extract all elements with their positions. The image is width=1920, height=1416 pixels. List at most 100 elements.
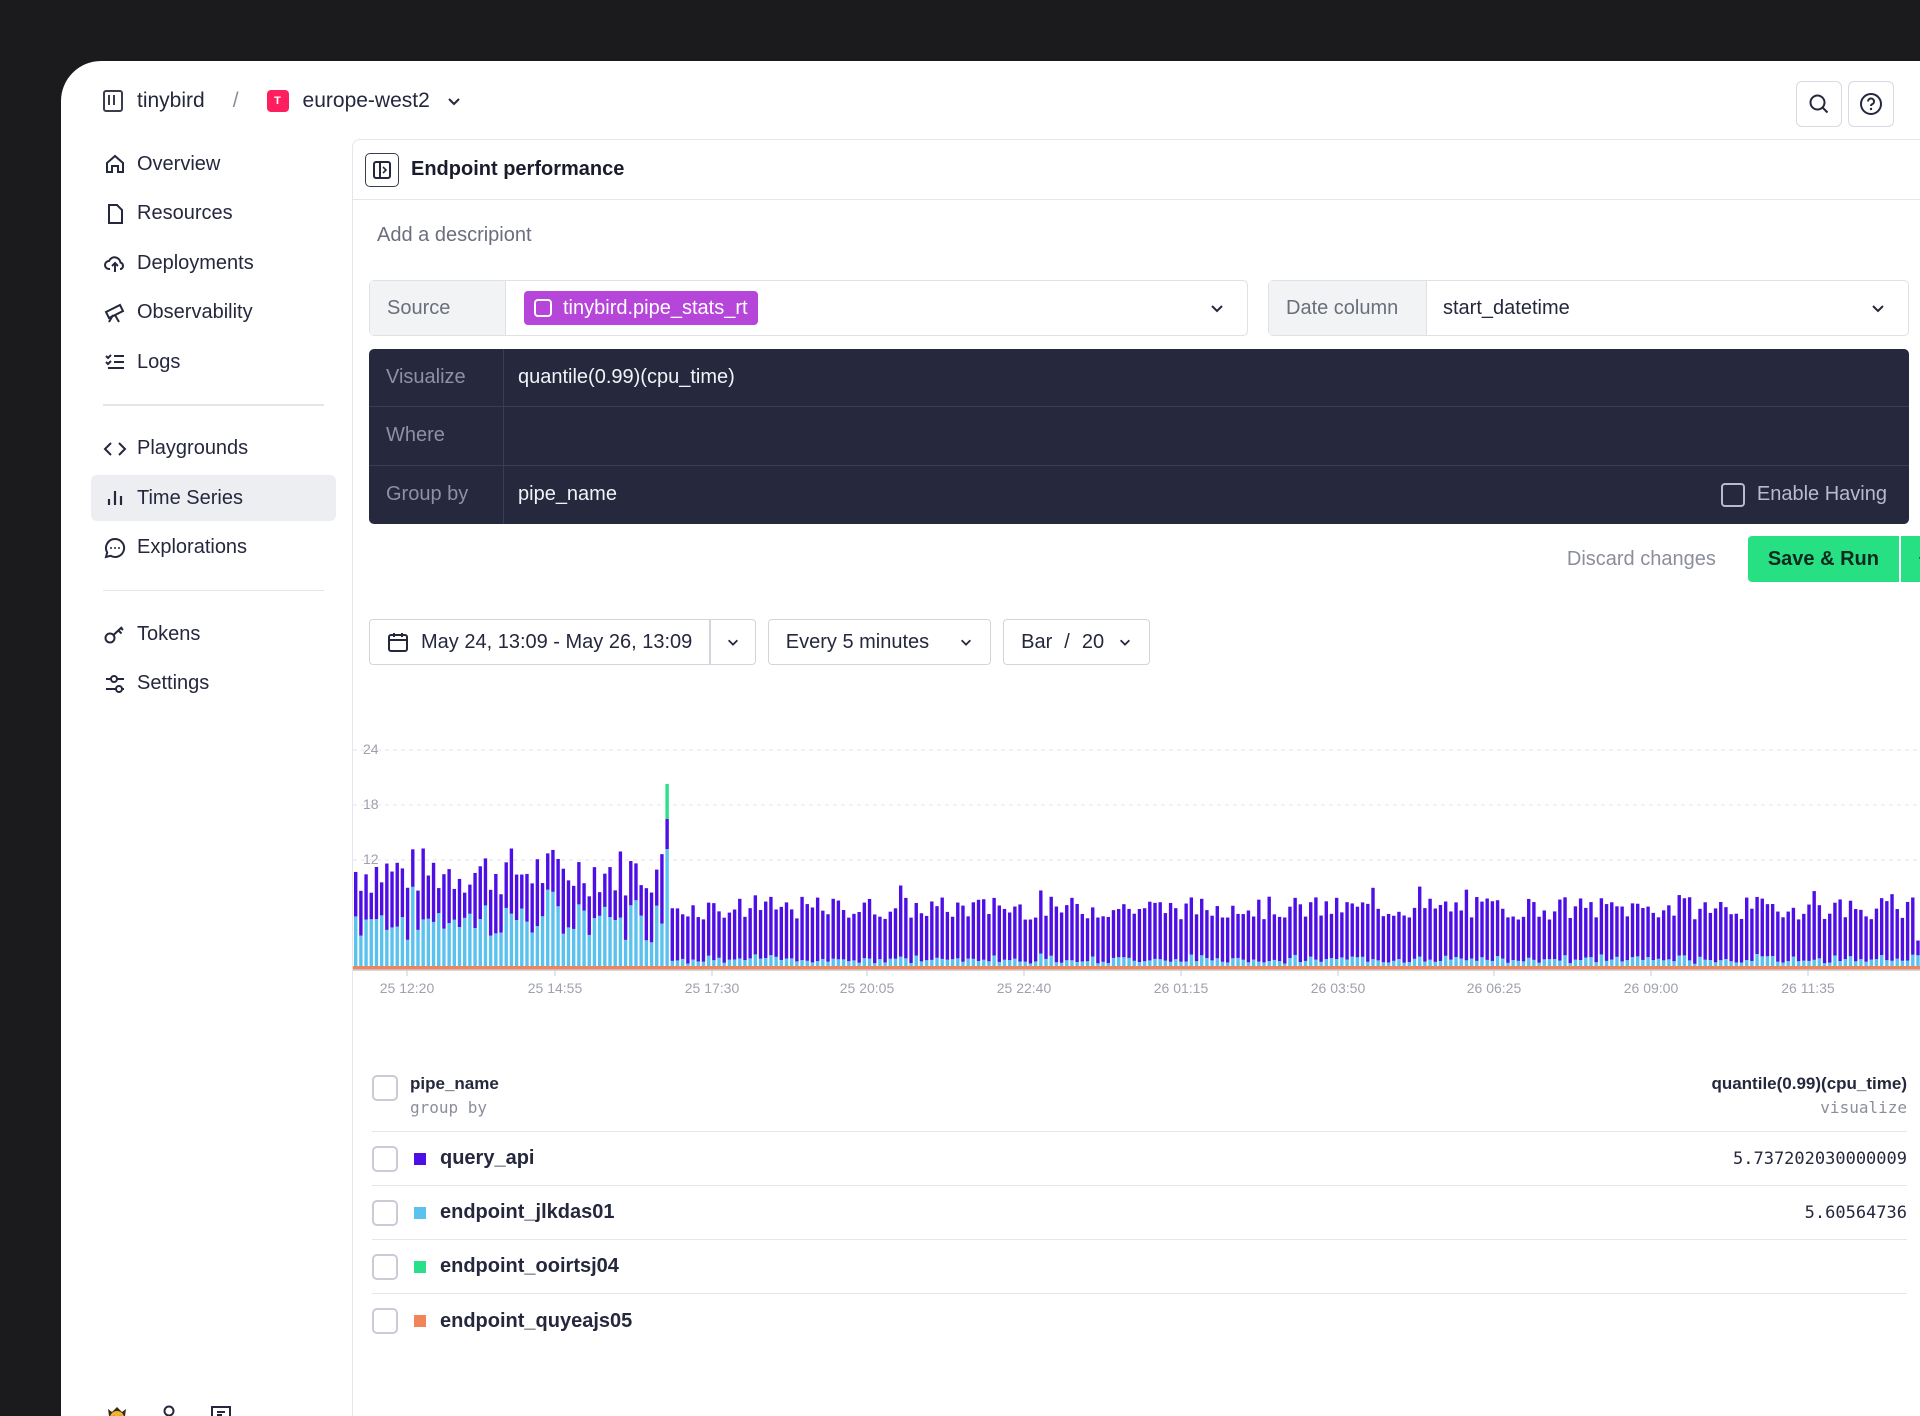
bar-query-api[interactable]	[1760, 898, 1764, 957]
bar-query-api[interactable]	[1547, 919, 1552, 960]
bar-query-api[interactable]	[400, 868, 405, 918]
bar-query-api[interactable]	[764, 901, 768, 959]
bar-query-api[interactable]	[800, 896, 804, 961]
row-checkbox[interactable]	[372, 1308, 398, 1334]
bar-query-api[interactable]	[1755, 896, 1759, 955]
bar-query-api[interactable]	[566, 880, 571, 928]
bar-endpoint-jlkdas01[interactable]	[473, 928, 477, 970]
bar-query-api[interactable]	[686, 916, 690, 964]
bar-query-api[interactable]	[831, 898, 835, 959]
bar-query-api[interactable]	[1521, 916, 1526, 962]
bar-query-api[interactable]	[1033, 917, 1038, 962]
discard-changes-button[interactable]: Discard changes	[1567, 548, 1716, 571]
groupby-input[interactable]: pipe_name	[504, 466, 1909, 524]
bar-query-api[interactable]	[385, 863, 389, 930]
bar-endpoint-jlkdas01[interactable]	[488, 935, 493, 970]
bar-query-api[interactable]	[1309, 902, 1313, 957]
bar-query-api[interactable]	[1610, 902, 1614, 960]
bar-query-api[interactable]	[1044, 915, 1048, 959]
bar-query-api[interactable]	[613, 890, 617, 921]
bar-endpoint-jlkdas01[interactable]	[561, 933, 566, 970]
col-pipe-name-header[interactable]: pipe_name	[410, 1074, 499, 1094]
bar-query-api[interactable]	[1475, 897, 1479, 961]
bar-query-api[interactable]	[1693, 919, 1697, 964]
bar-query-api[interactable]	[1532, 902, 1536, 960]
visualize-input[interactable]: quantile(0.99)(cpu_time)	[504, 349, 1909, 406]
table-row[interactable]: endpoint_ooirtsj04	[372, 1240, 1907, 1294]
bar-query-api[interactable]	[629, 861, 633, 906]
bar-query-api[interactable]	[1495, 900, 1500, 957]
sidebar-toggle-button[interactable]	[365, 152, 399, 187]
bar-endpoint-jlkdas01[interactable]	[613, 920, 617, 970]
bar-query-api[interactable]	[696, 917, 700, 962]
bar-query-api[interactable]	[789, 909, 794, 959]
bar-query-api[interactable]	[577, 862, 581, 905]
bar-query-api[interactable]	[1293, 897, 1297, 955]
bar-query-api[interactable]	[478, 866, 482, 920]
bar-query-api[interactable]	[1428, 898, 1432, 960]
bar-query-api[interactable]	[1433, 908, 1437, 962]
bar-query-api[interactable]	[1750, 908, 1754, 961]
bar-query-api[interactable]	[1916, 940, 1920, 956]
bar-query-api[interactable]	[1231, 905, 1235, 959]
bar-query-api[interactable]	[1225, 917, 1230, 963]
bar-query-api[interactable]	[1381, 916, 1386, 963]
bar-query-api[interactable]	[987, 913, 991, 962]
bar-query-api[interactable]	[1828, 913, 1832, 963]
bar-query-api[interactable]	[1672, 915, 1676, 962]
bar-query-api[interactable]	[1890, 894, 1894, 961]
chevron-down-icon[interactable]	[726, 635, 740, 649]
bar-query-api[interactable]	[888, 911, 892, 959]
bar-query-api[interactable]	[1106, 917, 1110, 964]
bar-query-api[interactable]	[743, 916, 747, 961]
bar-endpoint-jlkdas01[interactable]	[639, 915, 643, 970]
bar-endpoint-jlkdas01[interactable]	[618, 917, 623, 970]
bar-query-api[interactable]	[1454, 902, 1458, 958]
bar-query-api[interactable]	[530, 883, 534, 933]
bar-query-api[interactable]	[639, 885, 643, 916]
bar-query-api[interactable]	[738, 898, 742, 959]
bar-query-api[interactable]	[535, 859, 540, 927]
bar-endpoint-jlkdas01[interactable]	[514, 920, 519, 970]
bar-endpoint-jlkdas01[interactable]	[442, 928, 446, 970]
bar-query-api[interactable]	[1371, 887, 1375, 960]
bar-query-api[interactable]	[447, 869, 451, 924]
bar-query-api[interactable]	[805, 904, 809, 961]
bar-query-api[interactable]	[924, 915, 929, 961]
bar-query-api[interactable]	[1262, 919, 1266, 963]
bar-endpoint-jlkdas01[interactable]	[660, 923, 664, 970]
bar-query-api[interactable]	[1765, 904, 1770, 957]
bar-query-api[interactable]	[1179, 919, 1183, 962]
bar-query-api[interactable]	[1049, 896, 1053, 956]
bar-query-api[interactable]	[1843, 917, 1848, 960]
bar-endpoint-jlkdas01[interactable]	[379, 915, 384, 970]
bar-endpoint-jlkdas01[interactable]	[530, 932, 534, 970]
bar-query-api[interactable]	[379, 882, 384, 916]
bar-query-api[interactable]	[1527, 898, 1531, 958]
bar-query-api[interactable]	[1163, 913, 1168, 961]
description-input[interactable]: Add a descripiont	[377, 224, 532, 247]
bar-query-api[interactable]	[1257, 899, 1261, 962]
row-checkbox[interactable]	[372, 1253, 398, 1280]
source-selector[interactable]: Source tinybird.pipe_stats_rt	[369, 280, 1248, 336]
bar-query-api[interactable]	[966, 916, 970, 959]
bar-query-api[interactable]	[421, 848, 425, 920]
bar-query-api[interactable]	[1236, 913, 1240, 958]
bar-query-api[interactable]	[1594, 917, 1598, 963]
bar-query-api[interactable]	[1085, 918, 1090, 962]
bar-query-api[interactable]	[1724, 907, 1728, 960]
bar-query-api[interactable]	[1677, 895, 1681, 956]
bar-query-api[interactable]	[1007, 912, 1012, 961]
bar-query-api[interactable]	[732, 909, 737, 960]
bar-query-api[interactable]	[1319, 915, 1323, 962]
bar-endpoint-jlkdas01[interactable]	[390, 927, 394, 970]
bar-query-api[interactable]	[1386, 914, 1391, 963]
bar-query-api[interactable]	[727, 912, 732, 960]
bar-query-api[interactable]	[1241, 914, 1245, 960]
bar-query-api[interactable]	[1220, 917, 1225, 962]
bar-query-api[interactable]	[1698, 908, 1702, 957]
bar-endpoint-jlkdas01[interactable]	[582, 910, 586, 970]
bar-query-api[interactable]	[950, 916, 955, 960]
sidebar-item-logs[interactable]: Logs	[91, 339, 336, 385]
bar-query-api[interactable]	[1506, 917, 1510, 963]
